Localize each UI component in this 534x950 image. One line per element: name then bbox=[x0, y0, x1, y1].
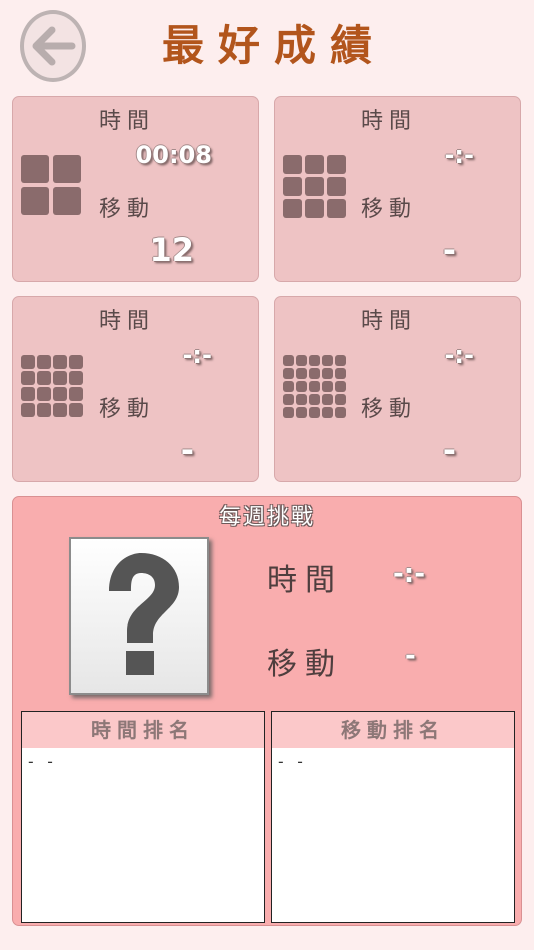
puzzle-5x5-icon bbox=[283, 355, 346, 418]
time-label: 時間 bbox=[361, 109, 418, 134]
weekly-puzzle-button[interactable] bbox=[69, 537, 209, 695]
question-mark-icon bbox=[109, 553, 179, 675]
weekly-moves-label: 移動 bbox=[267, 647, 343, 682]
best-time-value: -:- bbox=[182, 341, 212, 369]
time-label: 時間 bbox=[361, 309, 418, 334]
time-ranking-list: - - bbox=[26, 752, 55, 771]
best-time-value: -:- bbox=[444, 341, 474, 369]
puzzle-2x2-icon bbox=[21, 155, 81, 215]
moves-label: 移動 bbox=[99, 397, 156, 422]
moves-ranking-header: 移動排名 bbox=[272, 712, 514, 748]
best-moves-value: - bbox=[180, 431, 194, 469]
record-card-3x3[interactable]: 時間 -:- 移動 - bbox=[274, 96, 521, 282]
puzzle-4x4-icon bbox=[21, 355, 83, 417]
weekly-challenge-title: 每週挑戰 bbox=[218, 505, 315, 530]
moves-label: 移動 bbox=[99, 197, 156, 222]
best-moves-value: 12 bbox=[149, 231, 194, 269]
best-moves-value: - bbox=[442, 431, 456, 469]
moves-ranking-list: - - bbox=[276, 752, 305, 771]
page-title: 最好成績 bbox=[161, 21, 386, 70]
time-label: 時間 bbox=[99, 109, 156, 134]
record-card-2x2[interactable]: 時間 00:08 移動 12 bbox=[12, 96, 259, 282]
time-ranking-header: 時間排名 bbox=[22, 712, 264, 748]
best-moves-value: - bbox=[442, 231, 456, 269]
weekly-time-value: -:- bbox=[393, 559, 425, 589]
weekly-moves-value: - bbox=[405, 641, 416, 671]
record-card-5x5[interactable]: 時間 -:- 移動 - bbox=[274, 296, 521, 482]
record-card-4x4[interactable]: 時間 -:- 移動 - bbox=[12, 296, 259, 482]
time-ranking-box: 時間排名 - - bbox=[21, 711, 265, 923]
weekly-time-label: 時間 bbox=[267, 563, 343, 598]
puzzle-3x3-icon bbox=[283, 155, 346, 218]
weekly-challenge-panel: 每週挑戰 時間 -:- 移動 - 時間排名 - - 移動排名 - - bbox=[12, 496, 522, 926]
best-time-value: 00:08 bbox=[135, 141, 212, 169]
moves-label: 移動 bbox=[361, 197, 418, 222]
time-label: 時間 bbox=[99, 309, 156, 334]
moves-label: 移動 bbox=[361, 397, 418, 422]
moves-ranking-box: 移動排名 - - bbox=[271, 711, 515, 923]
best-time-value: -:- bbox=[444, 141, 474, 169]
